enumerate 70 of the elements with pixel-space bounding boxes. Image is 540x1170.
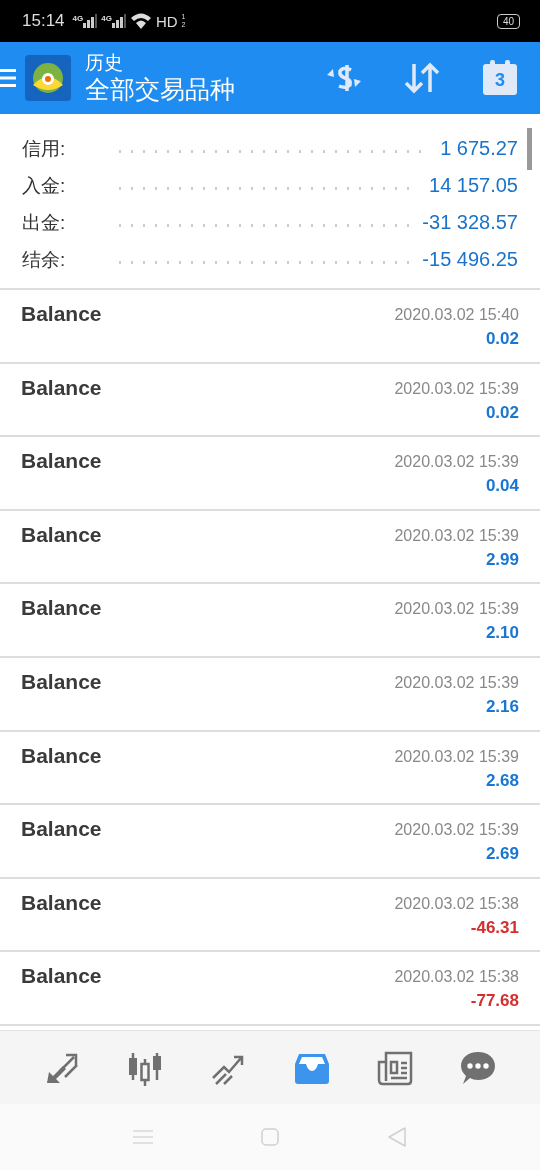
network-label: 4G <box>101 14 112 23</box>
deal-time: 2020.03.02 15:39 <box>394 379 519 398</box>
deal-type: Balance <box>21 669 102 695</box>
deal-amount: 2.99 <box>485 549 519 570</box>
deal-time: 2020.03.02 15:38 <box>394 894 519 913</box>
deal-row[interactable]: Balance 2020.03.02 15:39 2.69 <box>0 805 540 879</box>
deal-row[interactable]: Balance 2020.03.02 15:40 0.02 <box>0 290 540 364</box>
deal-amount: 0.04 <box>485 476 519 497</box>
deal-row[interactable]: Balance 2020.03.02 15:38 -46.31 <box>0 878 540 953</box>
deal-amount: -46.31 <box>470 917 519 938</box>
deal-amount: 0.02 <box>485 402 519 423</box>
wifi-icon <box>129 12 152 30</box>
summary-label: 结余: <box>22 247 67 272</box>
deal-type: Balance <box>21 596 102 622</box>
deal-row[interactable]: Balance 2020.03.02 15:39 2.99 <box>0 510 540 585</box>
summary-value: 1 675.27 <box>440 137 518 160</box>
screen-title: 历史 <box>85 52 124 74</box>
deal-time: 2020.03.02 15:39 <box>394 821 519 840</box>
signal-icon <box>83 14 98 28</box>
summary-label: 出金: <box>22 210 67 235</box>
sort-arrows-icon <box>402 61 442 95</box>
app-logo-icon <box>25 55 71 101</box>
network-label: 4G <box>72 14 84 23</box>
deal-amount: 2.68 <box>485 770 519 791</box>
nav-tab[interactable] <box>460 1049 497 1086</box>
deal-time: 2020.03.02 15:39 <box>394 673 519 692</box>
deal-time: 2020.03.02 15:38 <box>394 968 519 987</box>
deal-amount: -77.68 <box>470 991 519 1012</box>
square-icon <box>261 1128 279 1146</box>
network-label: HD <box>155 12 178 30</box>
deal-amount: 2.10 <box>485 623 519 644</box>
deal-time: 2020.03.02 15:39 <box>394 453 519 472</box>
deal-amount: 0.02 <box>485 329 519 349</box>
deal-type: Balance <box>21 449 102 475</box>
calendar-icon <box>482 60 518 96</box>
summary-label: 信用: <box>22 136 67 161</box>
deal-row[interactable]: Balance 2020.03.02 15:39 0.02 <box>0 363 540 438</box>
deal-row[interactable]: Balance 2020.03.02 15:39 2.68 <box>0 731 540 806</box>
scrollbar <box>527 128 532 170</box>
newspaper-icon <box>376 1049 413 1086</box>
battery-level: 40 <box>496 13 520 29</box>
deal-row[interactable]: Balance 2020.03.02 15:39 0.04 <box>0 437 540 511</box>
deal-type: Balance <box>21 522 102 548</box>
chat-bubble-icon <box>460 1049 497 1086</box>
deal-time: 2020.03.02 15:40 <box>394 306 519 324</box>
deal-type: Balance <box>21 964 102 990</box>
summary-value: -31 328.57 <box>422 211 518 234</box>
deal-amount: 2.16 <box>485 696 519 717</box>
deal-type: Balance <box>21 890 102 916</box>
deal-type: Balance <box>21 375 102 401</box>
deal-amount: 2.69 <box>485 844 519 865</box>
deal-type: Balance <box>21 817 102 843</box>
summary-value: -15 496.25 <box>422 248 518 271</box>
menu-icon <box>0 67 16 89</box>
deal-time: 2020.03.02 15:39 <box>394 526 519 545</box>
deal-time: 2020.03.02 15:39 <box>394 600 519 619</box>
deal-type: Balance <box>21 743 102 769</box>
deal-type: Balance <box>21 302 102 327</box>
deal-time: 2020.03.02 15:39 <box>394 747 519 766</box>
deal-row[interactable]: Balance 2020.03.02 15:38 -77.68 <box>0 952 540 1026</box>
signal-icon <box>111 14 126 28</box>
clock-time: 15:14 <box>22 11 65 31</box>
nav-tab[interactable] <box>376 1049 413 1086</box>
deal-row[interactable]: Balance 2020.03.02 15:39 2.10 <box>0 584 540 658</box>
menu-lines-icon <box>133 1129 153 1145</box>
back-triangle-icon <box>387 1127 407 1147</box>
summary-value: 14 157.05 <box>429 174 518 197</box>
summary-label: 入金: <box>22 173 67 198</box>
deal-row[interactable]: Balance 2020.03.02 15:39 2.16 <box>0 657 540 732</box>
sort-button[interactable] <box>402 61 442 95</box>
